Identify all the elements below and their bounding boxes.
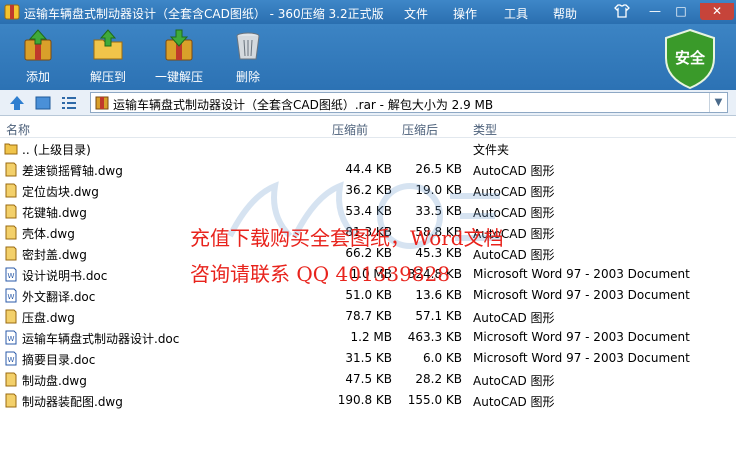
file-name: 外文翻译.doc <box>22 290 96 304</box>
toolbar: 添加 解压到 一键解压 删除 <box>0 24 736 90</box>
title-bar: 运输车辆盘式制动器设计（全套含CAD图纸） - 360压缩 3.2正式版 文件 … <box>0 0 736 24</box>
file-type: Microsoft Word 97 - 2003 Document <box>473 330 690 344</box>
file-type: Microsoft Word 97 - 2003 Document <box>473 351 690 365</box>
column-header: 名称 压缩前 压缩后 类型 <box>0 118 736 138</box>
folder-icon <box>4 143 18 155</box>
delete-label: 删除 <box>235 70 260 84</box>
menu-help[interactable]: 帮助 <box>553 5 577 22</box>
file-name: 摘要目录.doc <box>22 353 96 367</box>
file-name: 差速锁摇臂轴.dwg <box>22 164 123 178</box>
watermark-line-2: 咨询请联系 QQ 401339828 <box>190 262 451 286</box>
dwg-file-icon <box>5 372 17 387</box>
one-click-extract-icon <box>165 29 193 61</box>
file-type: AutoCAD 图形 <box>473 395 555 409</box>
svg-text:W: W <box>8 293 15 301</box>
menu-file[interactable]: 文件 <box>404 5 428 22</box>
up-arrow-icon[interactable] <box>8 94 26 112</box>
file-name: 密封盖.dwg <box>22 248 87 262</box>
word-doc-icon: W <box>5 351 17 366</box>
column-type[interactable]: 类型 <box>473 121 497 138</box>
svg-text:W: W <box>8 272 15 280</box>
extract-to-button[interactable]: 解压到 <box>82 28 134 88</box>
file-type: AutoCAD 图形 <box>473 311 555 325</box>
window-title: 运输车辆盘式制动器设计（全套含CAD图纸） - 360压缩 3.2正式版 <box>24 7 384 21</box>
dwg-file-icon <box>5 162 17 177</box>
file-row[interactable]: W 运输车辆盘式制动器设计.doc 1.2 MB 463.3 KB Micros… <box>0 327 736 348</box>
svg-text:W: W <box>8 335 15 343</box>
one-click-extract-label: 一键解压 <box>154 70 203 84</box>
svg-text:W: W <box>8 356 15 364</box>
file-original-size: 28.2 KB <box>415 372 462 386</box>
dwg-file-icon <box>5 309 17 324</box>
watermark-line-1: 充值下载购买全套图纸，Word文档 <box>190 226 504 250</box>
dwg-file-icon <box>5 246 17 261</box>
file-original-size: 6.0 KB <box>423 351 462 365</box>
file-name: 运输车辆盘式制动器设计.doc <box>22 332 180 346</box>
file-type: Microsoft Word 97 - 2003 Document <box>473 288 690 302</box>
archive-icon <box>95 96 109 110</box>
large-icon-view-icon[interactable] <box>34 94 52 112</box>
file-row[interactable]: W 摘要目录.doc 31.5 KB 6.0 KB Microsoft Word… <box>0 348 736 369</box>
file-type: AutoCAD 图形 <box>473 374 555 388</box>
file-name: .. (上级目录) <box>22 143 91 157</box>
file-name: 定位齿块.dwg <box>22 185 99 199</box>
address-bar: 运输车辆盘式制动器设计（全套含CAD图纸）.rar - 解包大小为 2.9 MB… <box>0 90 736 116</box>
file-row[interactable]: .. (上级目录) 文件夹 <box>0 138 736 159</box>
file-original-size: 57.1 KB <box>415 309 462 323</box>
file-type: Microsoft Word 97 - 2003 Document <box>473 267 690 281</box>
list-view-icon[interactable] <box>60 94 78 112</box>
file-original-size: 13.6 KB <box>415 288 462 302</box>
menu-tools[interactable]: 工具 <box>504 5 528 22</box>
column-original[interactable]: 压缩后 <box>402 121 438 138</box>
dwg-file-icon <box>5 225 17 240</box>
file-type: 文件夹 <box>473 143 510 157</box>
word-doc-icon: W <box>5 267 17 282</box>
skin-shirt-icon[interactable] <box>614 4 630 18</box>
dwg-file-icon <box>5 183 17 198</box>
extract-to-label: 解压到 <box>89 70 126 84</box>
delete-button[interactable]: 删除 <box>228 28 268 88</box>
maximize-button[interactable]: □ <box>670 3 692 20</box>
app-logo-icon <box>4 4 20 20</box>
word-doc-icon: W <box>5 288 17 303</box>
menu-operation[interactable]: 操作 <box>453 5 477 22</box>
path-dropdown-icon[interactable]: ▼ <box>709 93 727 112</box>
file-name: 壳体.dwg <box>22 227 75 241</box>
file-name: 设计说明书.doc <box>22 269 108 283</box>
file-original-size: 463.3 KB <box>407 330 462 344</box>
one-click-extract-button[interactable]: 一键解压 <box>150 28 208 88</box>
trash-icon <box>236 32 260 60</box>
archive-path: 运输车辆盘式制动器设计（全套含CAD图纸）.rar - 解包大小为 2.9 MB <box>113 98 494 112</box>
add-archive-icon <box>24 29 52 61</box>
word-doc-icon: W <box>5 330 17 345</box>
file-row[interactable]: W 外文翻译.doc 51.0 KB 13.6 KB Microsoft Wor… <box>0 285 736 306</box>
extract-folder-icon <box>93 29 123 60</box>
file-row[interactable]: 制动器装配图.dwg 190.8 KB 155.0 KB AutoCAD 图形 <box>0 390 736 411</box>
add-label: 添加 <box>25 70 50 84</box>
file-original-size: 155.0 KB <box>407 393 462 407</box>
watermark-logo-icon <box>227 181 502 249</box>
file-name: 制动器装配图.dwg <box>22 395 123 409</box>
dwg-file-icon <box>5 204 17 219</box>
file-original-size: 26.5 KB <box>415 162 462 176</box>
security-shield[interactable]: 安全 <box>662 28 718 90</box>
security-label: 安全 <box>674 49 705 67</box>
file-name: 制动盘.dwg <box>22 374 87 388</box>
column-packed[interactable]: 压缩前 <box>332 121 368 138</box>
minimize-button[interactable]: — <box>644 3 666 20</box>
dwg-file-icon <box>5 393 17 408</box>
file-row[interactable]: 制动盘.dwg 47.5 KB 28.2 KB AutoCAD 图形 <box>0 369 736 390</box>
add-button[interactable]: 添加 <box>10 28 66 88</box>
file-name: 压盘.dwg <box>22 311 75 325</box>
path-field[interactable]: 运输车辆盘式制动器设计（全套含CAD图纸）.rar - 解包大小为 2.9 MB… <box>90 92 728 113</box>
file-name: 花键轴.dwg <box>22 206 87 220</box>
file-row[interactable]: 压盘.dwg 78.7 KB 57.1 KB AutoCAD 图形 <box>0 306 736 327</box>
column-name[interactable]: 名称 <box>6 121 30 138</box>
close-button[interactable]: ✕ <box>700 3 734 20</box>
